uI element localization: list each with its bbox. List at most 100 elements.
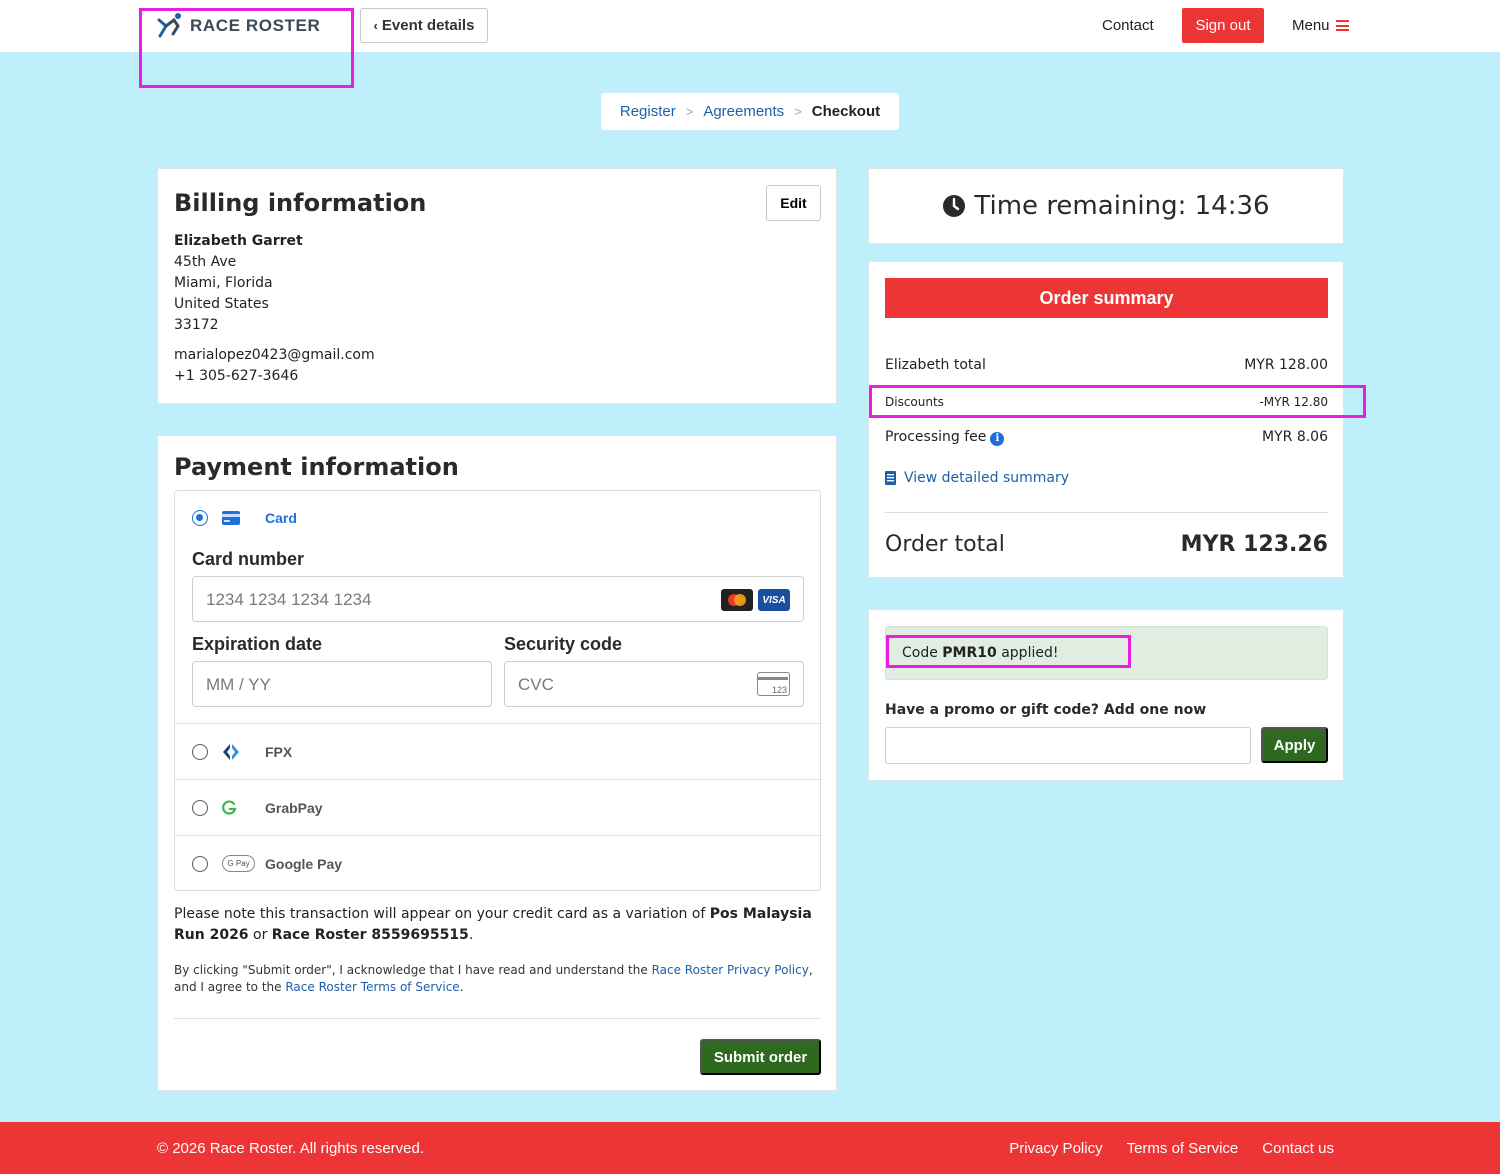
billing-email: marialopez0423@gmail.com: [174, 347, 375, 363]
google-pay-icon: G Pay: [222, 855, 255, 872]
promo-applied-alert: Code PMR10 applied!: [885, 626, 1328, 680]
card-method-label: Card: [265, 510, 297, 526]
info-icon[interactable]: i: [990, 431, 1005, 446]
grabpay-icon: [222, 800, 237, 815]
privacy-policy-link[interactable]: Race Roster Privacy Policy: [652, 963, 809, 977]
contact-link[interactable]: Contact: [1102, 17, 1154, 34]
promo-code-panel: Code PMR10 applied! Have a promo or gift…: [868, 609, 1344, 781]
note-suffix: .: [468, 927, 474, 943]
payment-method-fpx[interactable]: FPX: [175, 724, 820, 779]
credit-card-icon: [222, 511, 240, 525]
summary-row-processing-fee: Processing fee i MYR 8.06: [885, 429, 1328, 446]
expiration-date-input[interactable]: MM / YY: [192, 661, 492, 707]
billing-information-panel: Billing information Edit Elizabeth Garre…: [157, 168, 837, 404]
promo-applied-suffix: applied!: [996, 645, 1059, 661]
view-detailed-summary-label: View detailed summary: [904, 470, 1070, 486]
sign-out-button[interactable]: Sign out: [1182, 8, 1264, 43]
submit-order-button[interactable]: Submit order: [700, 1039, 821, 1075]
fpx-radio[interactable]: [192, 744, 208, 760]
billing-address-line: Miami, Florida: [174, 275, 273, 291]
apply-promo-button[interactable]: Apply: [1261, 727, 1328, 763]
checkout-breadcrumb: Register > Agreements > Checkout: [601, 93, 899, 130]
note-merchant: Race Roster 8559695515: [271, 927, 469, 943]
time-remaining-panel: Time remaining: 14:36: [868, 168, 1344, 244]
billing-title: Billing information: [174, 189, 427, 217]
copyright-text: © 2026 Race Roster. All rights reserved.: [157, 1140, 425, 1157]
card-number-placeholder: 1234 1234 1234 1234: [206, 590, 372, 609]
promo-code-prompt: Have a promo or gift code? Add one now: [885, 702, 1207, 718]
breadcrumb-register[interactable]: Register: [620, 103, 676, 120]
race-roster-logo-icon: [157, 13, 181, 38]
breadcrumb-agreements[interactable]: Agreements: [703, 103, 784, 120]
visa-icon: VISA: [758, 589, 790, 611]
race-roster-logo[interactable]: RACE ROSTER: [156, 12, 320, 40]
payment-method-card[interactable]: Card: [175, 491, 820, 545]
google-pay-radio[interactable]: [192, 856, 208, 872]
order-total-amount: MYR 123.26: [1180, 532, 1328, 557]
billing-address-line: 45th Ave: [174, 254, 237, 270]
payment-method-google-pay[interactable]: G Pay Google Pay: [175, 836, 820, 891]
billing-contact: marialopez0423@gmail.com +1 305-627-3646: [174, 345, 375, 387]
view-detailed-summary-link[interactable]: View detailed summary: [885, 470, 1069, 486]
logo-text: RACE ROSTER: [190, 16, 321, 35]
legal-suffix: .: [459, 980, 464, 994]
cvc-placeholder: CVC: [518, 675, 554, 694]
site-footer: © 2026 Race Roster. All rights reserved.…: [0, 1122, 1500, 1174]
billing-phone: +1 305-627-3646: [174, 368, 299, 384]
order-total-row: Order total MYR 123.26: [885, 532, 1328, 557]
promo-code-input[interactable]: [885, 727, 1251, 764]
billing-name: Elizabeth Garret: [174, 233, 303, 249]
billing-address-line: 33172: [174, 317, 219, 333]
order-total-label: Order total: [885, 532, 1005, 557]
payment-methods-box: Card Card number 1234 1234 1234 1234 VIS…: [174, 490, 821, 891]
payment-title: Payment information: [174, 453, 459, 481]
summary-row-amount: MYR 128.00: [1244, 357, 1328, 373]
time-remaining-text: Time remaining: 14:36: [974, 191, 1270, 221]
clock-icon: [943, 195, 966, 217]
chevron-left-icon: ‹: [373, 18, 378, 33]
cvc-icon-text: 123: [771, 685, 787, 695]
card-number-label: Card number: [192, 549, 305, 569]
summary-divider: [885, 512, 1328, 513]
breadcrumb-checkout: Checkout: [811, 103, 881, 120]
fpx-method-label: FPX: [265, 744, 293, 760]
mastercard-icon: [721, 589, 753, 611]
footer-terms-of-service-link[interactable]: Terms of Service: [1127, 1140, 1239, 1157]
edit-billing-button[interactable]: Edit: [766, 185, 821, 221]
event-details-button[interactable]: ‹ Event details: [360, 8, 488, 43]
menu-label: Menu: [1292, 17, 1330, 34]
note-prefix: Please note this transaction will appear…: [174, 906, 710, 922]
payment-information-panel: Payment information Card Card number 123…: [157, 435, 837, 1091]
security-code-label: Security code: [504, 634, 623, 654]
footer-links: Privacy Policy Terms of Service Contact …: [1009, 1140, 1334, 1157]
card-number-input[interactable]: 1234 1234 1234 1234 VISA: [192, 576, 804, 622]
promo-applied-code: PMR10: [942, 645, 997, 661]
summary-row-participant-total: Elizabeth total MYR 128.00: [885, 357, 1328, 373]
card-radio[interactable]: [192, 510, 208, 526]
expiration-placeholder: MM / YY: [206, 675, 271, 694]
footer-contact-us-link[interactable]: Contact us: [1262, 1140, 1334, 1157]
menu-button[interactable]: Menu: [1292, 17, 1349, 34]
legal-acknowledgement: By clicking "Submit order", I acknowledg…: [174, 962, 824, 996]
google-pay-method-label: Google Pay: [265, 856, 343, 872]
order-summary-panel: Order summary Elizabeth total MYR 128.00…: [868, 261, 1344, 578]
security-code-input[interactable]: CVC 123: [504, 661, 804, 707]
transaction-descriptor-note: Please note this transaction will appear…: [174, 904, 824, 946]
grabpay-radio[interactable]: [192, 800, 208, 816]
billing-address: Elizabeth Garret 45th Ave Miami, Florida…: [174, 231, 303, 336]
cvc-card-icon: 123: [757, 672, 790, 696]
terms-of-service-link[interactable]: Race Roster Terms of Service: [285, 980, 459, 994]
footer-privacy-policy-link[interactable]: Privacy Policy: [1009, 1140, 1102, 1157]
payment-method-grabpay[interactable]: GrabPay: [175, 780, 820, 835]
hamburger-icon: [1335, 20, 1349, 31]
processing-fee-label-group: Processing fee i: [885, 429, 1005, 446]
order-summary-heading: Order summary: [885, 278, 1328, 318]
top-navbar: RACE ROSTER ‹ Event details Contact Sign…: [0, 0, 1500, 52]
grabpay-method-label: GrabPay: [265, 800, 323, 816]
expiration-date-label: Expiration date: [192, 634, 323, 654]
note-mid: or: [248, 927, 272, 943]
receipt-icon: [885, 471, 896, 485]
billing-address-line: United States: [174, 296, 269, 312]
breadcrumb-separator: >: [794, 104, 802, 119]
summary-row-discounts: Discounts -MYR 12.80: [885, 395, 1328, 409]
